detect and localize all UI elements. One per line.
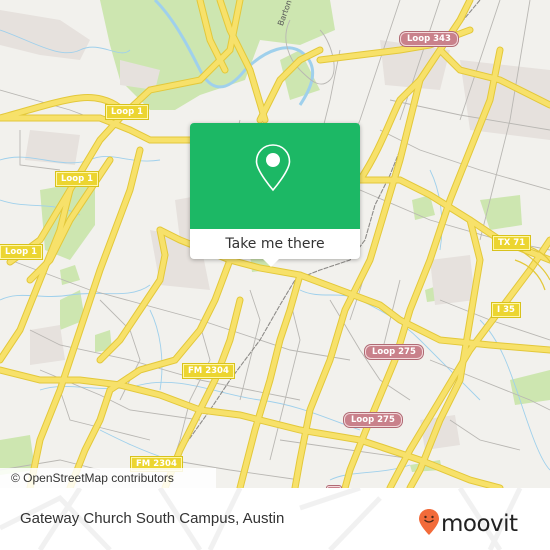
map-view[interactable]: Barton Cr Loop 1 Loop 1 Loop 1 Loop 343 …: [0, 0, 550, 488]
route-shield-loop-343: Loop 343: [400, 32, 458, 46]
route-shield-loop-275: Loop 275: [365, 345, 423, 359]
route-shield-tx-71: TX 71: [493, 236, 531, 250]
map-attribution[interactable]: © OpenStreetMap contributors: [0, 468, 216, 488]
route-shield-loop-1: Loop 1: [0, 245, 43, 259]
route-shield-loop-275: Loop 275: [344, 413, 402, 427]
moovit-wordmark: moovit: [441, 511, 518, 537]
popup-pointer: [263, 259, 279, 267]
route-shield-i-35: I 35: [492, 303, 520, 317]
route-shield-loop-1: Loop 1: [106, 105, 149, 119]
route-shield-loop-1: Loop 1: [56, 172, 99, 186]
take-me-there-button[interactable]: Take me there: [190, 229, 360, 259]
place-name: Gateway Church South Campus, Austin: [20, 510, 285, 527]
footer-bar: Gateway Church South Campus, Austin moov…: [0, 488, 550, 550]
location-popup: Take me there: [190, 123, 360, 267]
popup-header: [190, 123, 360, 229]
moovit-logo[interactable]: moovit: [418, 508, 518, 540]
moovit-smiley-pin-icon: [418, 508, 440, 540]
route-shield-fm-2304: FM 2304: [183, 364, 234, 378]
